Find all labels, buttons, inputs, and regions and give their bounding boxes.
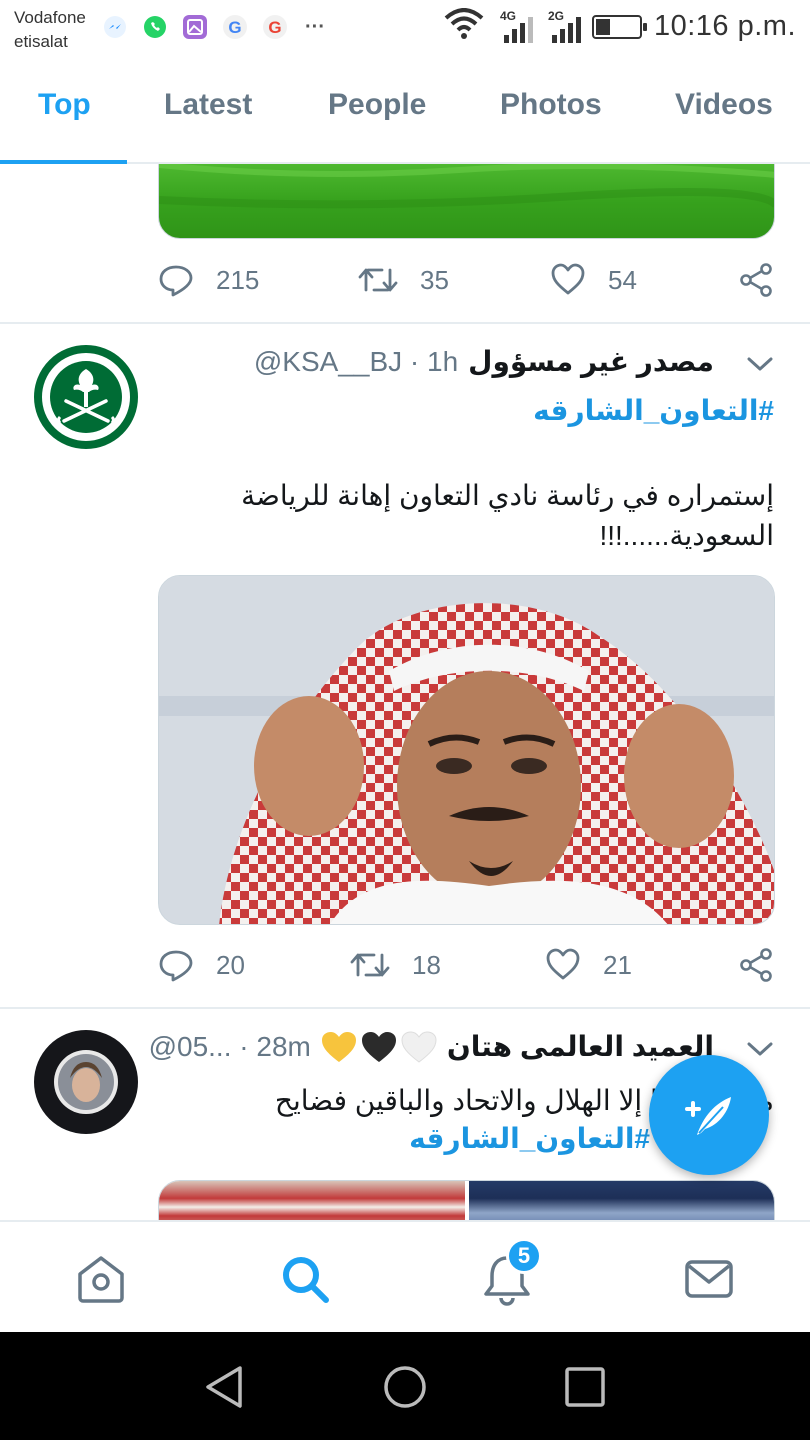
tweet-2-actions: 20 18 21: [158, 947, 775, 987]
search-tab[interactable]: [278, 1252, 332, 1306]
retweet-count: 35: [420, 264, 449, 295]
avatar[interactable]: [34, 1030, 138, 1134]
battery-icon: [591, 14, 647, 39]
tweet-2-photo[interactable]: [158, 575, 775, 925]
share-button[interactable]: [738, 262, 774, 298]
tweet-3-header: العميد العالمى هتان @05... · 28m: [149, 1030, 714, 1063]
tab-latest[interactable]: Latest: [164, 88, 252, 122]
carrier-name-2: etisalat: [14, 32, 68, 51]
hashtag-link[interactable]: #التعاون_الشارقه: [533, 394, 774, 427]
retweet-icon: [350, 953, 390, 977]
clock: 10:16 p.m.: [653, 10, 796, 42]
handle-and-time: @KSA__BJ · 1h: [253, 345, 459, 377]
messenger-icon: [102, 14, 128, 40]
media-thumb-2[interactable]: [468, 1181, 774, 1220]
carrier-name-1: Vodafone: [14, 8, 86, 27]
tweet-2-header: مصدر غير مسؤول @KSA__BJ · 1h: [254, 345, 714, 378]
gallery-icon: [182, 14, 208, 40]
profile-photo: [54, 1050, 118, 1114]
retweet-button[interactable]: 18: [350, 947, 441, 983]
svg-text:G: G: [268, 18, 281, 37]
like-count: 54: [608, 264, 637, 295]
more-icon: ···: [305, 15, 325, 38]
reply-count: 20: [216, 949, 245, 980]
tab-people[interactable]: People: [328, 88, 426, 122]
retweet-count: 18: [412, 949, 441, 980]
like-button[interactable]: 21: [545, 947, 632, 983]
media-thumb-1[interactable]: [159, 1181, 465, 1220]
status-right: 4G 2G 10:16 p.m.: [444, 8, 796, 45]
emoji-hearts: [321, 1030, 437, 1063]
share-icon: [740, 948, 772, 982]
search-tabs: Top Latest People Photos Videos: [0, 62, 810, 164]
compose-feather-icon: [685, 1097, 731, 1135]
reply-button[interactable]: 215: [158, 262, 259, 298]
tab-videos[interactable]: Videos: [675, 88, 773, 122]
hashtag-link[interactable]: #التعاون_الشارقه: [409, 1122, 650, 1155]
handle-and-time: @05... · 28m: [148, 1030, 311, 1062]
tab-photos[interactable]: Photos: [500, 88, 602, 122]
chevron-down-icon[interactable]: [746, 354, 774, 374]
home-icon: [78, 1256, 124, 1303]
recents-icon[interactable]: [560, 1362, 610, 1412]
back-icon[interactable]: [200, 1362, 250, 1412]
carrier-label: Vodafone etisalat: [14, 6, 86, 54]
share-button[interactable]: [738, 947, 774, 983]
tweet-text: إستمراره في رئاسة نادي التعاون إهانة للر…: [241, 480, 774, 551]
reply-icon: [159, 265, 193, 297]
google-icon: G: [262, 14, 288, 40]
messages-tab[interactable]: [682, 1252, 736, 1306]
saudi-emblem-icon: [50, 361, 122, 433]
status-bar: Vodafone etisalat G G ··· 4G 2G 10:16 p.…: [0, 0, 810, 60]
avatar[interactable]: [34, 345, 138, 449]
like-count: 21: [603, 949, 632, 980]
like-button[interactable]: 54: [550, 262, 637, 298]
tweet-1-image[interactable]: [158, 164, 775, 239]
retweet-button[interactable]: 35: [358, 262, 449, 298]
reply-button[interactable]: 20: [158, 947, 245, 983]
divider: [0, 322, 810, 324]
display-name[interactable]: العميد العالمى هتان: [447, 1030, 714, 1063]
reply-icon: [159, 950, 193, 982]
tweet-1-actions: 215 35 54: [158, 262, 775, 302]
tab-top[interactable]: Top: [38, 88, 91, 122]
notification-badge: 5: [506, 1238, 542, 1274]
heart-icon: [546, 948, 580, 980]
black-heart-icon: [361, 1031, 396, 1062]
retweet-icon: [358, 268, 398, 292]
search-icon: [283, 1257, 329, 1303]
wifi-icon: [444, 8, 484, 45]
home-tab[interactable]: [74, 1252, 128, 1306]
white-heart-icon: [401, 1030, 437, 1063]
display-name[interactable]: مصدر غير مسؤول: [468, 345, 714, 378]
notification-icons: G G ···: [102, 14, 328, 40]
home-circle-icon[interactable]: [380, 1362, 430, 1412]
system-navigation-bar: [0, 1332, 810, 1440]
whatsapp-icon: [142, 14, 168, 40]
signal-2g: 2G: [544, 9, 581, 45]
google-icon: G: [222, 14, 248, 40]
share-icon: [740, 263, 772, 297]
heart-icon: [551, 263, 585, 295]
signal-4g: 4G: [496, 9, 533, 45]
tweet-3-media[interactable]: [158, 1180, 775, 1220]
reply-count: 215: [216, 264, 260, 295]
divider: [0, 1007, 810, 1009]
yellow-heart-icon: [321, 1031, 356, 1062]
svg-text:G: G: [228, 18, 241, 37]
bottom-navigation: 5: [0, 1220, 810, 1332]
chevron-down-icon[interactable]: [746, 1039, 774, 1059]
compose-tweet-button[interactable]: [649, 1055, 769, 1175]
envelope-icon: [685, 1260, 733, 1298]
